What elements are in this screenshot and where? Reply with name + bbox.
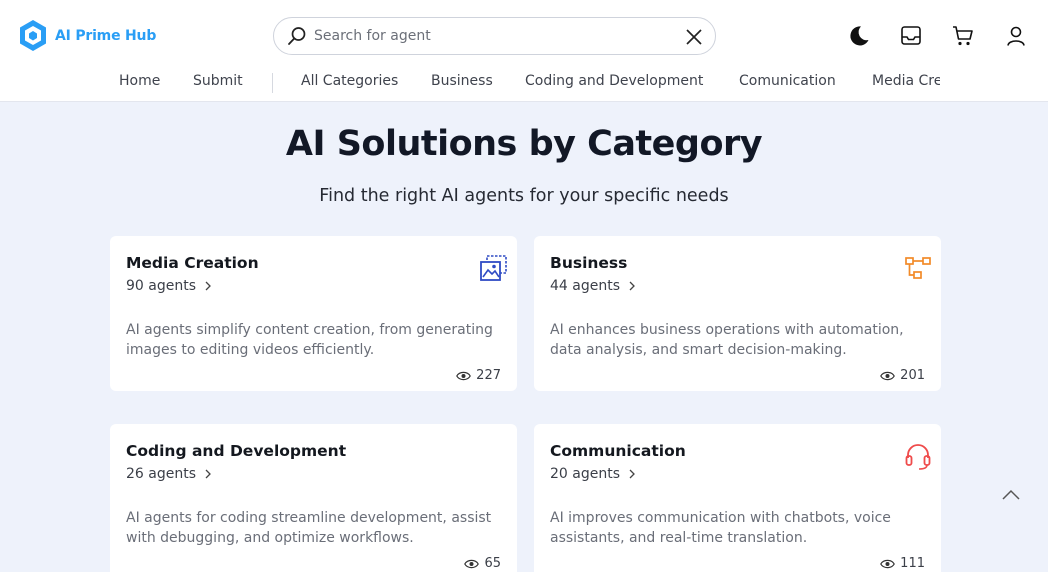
nav-divider (272, 73, 273, 93)
page-subtitle: Find the right AI agents for your specif… (319, 186, 729, 206)
card-description: AI enhances business operations with aut… (550, 322, 904, 358)
card-agent-count[interactable]: 90 agents (126, 278, 212, 294)
category-nav: Home Submit All Categories Business Codi… (0, 73, 940, 93)
site-header: AI Prime Hub Home Submit All Categories … (0, 0, 1048, 102)
moon-icon[interactable] (847, 24, 871, 48)
card-count-label: 26 agents (126, 466, 196, 482)
card-views-count: 111 (900, 556, 925, 571)
chevron-right-icon (205, 469, 211, 479)
category-card-communication[interactable]: Communication 20 agents AI improves comm… (534, 424, 941, 572)
nav-home[interactable]: Home (119, 73, 160, 89)
chevron-right-icon (205, 281, 211, 291)
card-count-label: 44 agents (550, 278, 620, 294)
card-title: Media Creation (126, 254, 259, 272)
category-card-business[interactable]: Business 44 agents AI enhances business … (534, 236, 941, 391)
card-agent-count[interactable]: 44 agents (550, 278, 636, 294)
card-agent-count[interactable]: 20 agents (550, 466, 636, 482)
workflow-icon (905, 257, 931, 279)
nav-all-categories[interactable]: All Categories (301, 73, 398, 89)
card-description: AI agents simplify content creation, fro… (126, 322, 493, 358)
eye-icon (880, 559, 896, 568)
chevron-right-icon (629, 281, 635, 291)
category-card-coding-and-development[interactable]: Coding and Development 26 agents AI agen… (110, 424, 517, 572)
page-title: AI Solutions by Category (285, 124, 763, 164)
logo-cube-icon (20, 20, 46, 51)
search-input[interactable] (314, 26, 674, 46)
media-gallery-icon (480, 255, 507, 281)
card-views: 111 (880, 556, 925, 571)
search-bar (273, 17, 716, 55)
nav-communication[interactable]: Comunication (739, 73, 836, 89)
eye-icon (464, 559, 480, 568)
user-icon[interactable] (1004, 24, 1028, 48)
card-count-label: 20 agents (550, 466, 620, 482)
category-card-media-creation[interactable]: Media Creation 90 agents AI agents simpl… (110, 236, 517, 391)
eye-icon (880, 371, 896, 380)
card-views: 201 (880, 368, 925, 383)
card-count-label: 90 agents (126, 278, 196, 294)
inbox-icon[interactable] (899, 24, 923, 48)
search-icon (288, 27, 306, 45)
card-views-count: 201 (900, 368, 925, 383)
card-description: AI agents for coding streamline developm… (126, 510, 492, 546)
chevron-right-icon (629, 469, 635, 479)
cart-icon[interactable] (951, 24, 975, 48)
close-icon[interactable] (684, 27, 704, 47)
card-title: Communication (550, 442, 686, 460)
card-views: 65 (464, 556, 501, 571)
card-views-count: 227 (476, 368, 501, 383)
nav-media-creation[interactable]: Media Cre (872, 73, 940, 89)
nav-coding-and-development[interactable]: Coding and Development (525, 73, 703, 89)
logo-text: AI Prime Hub (55, 27, 157, 44)
card-views-count: 65 (484, 556, 501, 571)
card-description: AI improves communication with chatbots,… (550, 510, 891, 546)
logo[interactable]: AI Prime Hub (18, 19, 156, 52)
card-title: Coding and Development (126, 442, 347, 460)
card-agent-count[interactable]: 26 agents (126, 466, 212, 482)
headset-icon (905, 444, 931, 470)
nav-submit[interactable]: Submit (193, 73, 243, 89)
scroll-top-chevron-up-icon[interactable] (1001, 486, 1021, 502)
card-views: 227 (456, 368, 501, 383)
nav-business[interactable]: Business (431, 73, 493, 89)
card-title: Business (550, 254, 628, 272)
eye-icon (456, 371, 472, 380)
